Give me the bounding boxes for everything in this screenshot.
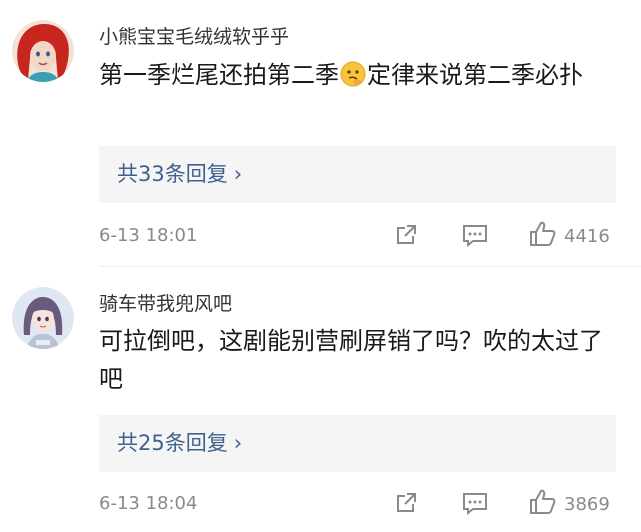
share-icon [393, 490, 419, 521]
thinking-face-emoji [340, 60, 366, 87]
view-replies-link[interactable]: 共25条回复 › [117, 415, 242, 472]
thumbs-up-icon [528, 488, 558, 521]
like-count: 3869 [564, 494, 610, 515]
comment-item: 骑车带我兜风吧 可拉倒吧，这剧能别营刷屏销了吗？吹的太过了吧 共25条回复 › 6… [0, 267, 641, 532]
username[interactable]: 骑车带我兜风吧 [99, 289, 232, 316]
timestamp: 6-13 18:01 [99, 225, 198, 246]
username[interactable]: 小熊宝宝毛绒绒软乎乎 [99, 22, 289, 49]
timestamp: 6-13 18:04 [99, 493, 198, 514]
comment-icon [461, 222, 489, 253]
like-button[interactable]: 3869 [528, 488, 610, 521]
share-button[interactable] [393, 222, 419, 253]
comment-text-part: 第一季烂尾还拍第二季 [99, 61, 339, 89]
thumbs-up-icon [528, 220, 558, 253]
share-button[interactable] [393, 490, 419, 521]
comment-icon [461, 490, 489, 521]
chevron-right-icon: › [233, 431, 243, 455]
view-replies-link[interactable]: 共33条回复 › [117, 146, 242, 203]
comment-button[interactable] [461, 222, 489, 253]
chevron-right-icon: › [233, 162, 243, 186]
replies-count-label: 共25条回复 [117, 431, 228, 455]
comment-text-part: 定律来说第二季必扑 [367, 61, 583, 89]
replies-count-label: 共33条回复 [117, 162, 228, 186]
comment-text: 第一季烂尾还拍第二季 定律来说第二季必扑 [99, 56, 624, 94]
comment-text: 可拉倒吧，这剧能别营刷屏销了吗？吹的太过了吧 [99, 327, 603, 393]
reply-box[interactable]: 共25条回复 › [99, 415, 616, 472]
avatar[interactable] [12, 20, 74, 82]
share-icon [393, 222, 419, 253]
like-button[interactable]: 4416 [528, 220, 610, 253]
like-count: 4416 [564, 226, 610, 247]
avatar[interactable] [12, 287, 74, 349]
reply-box[interactable]: 共33条回复 › [99, 146, 616, 203]
comment-item: 小熊宝宝毛绒绒软乎乎 第一季烂尾还拍第二季 定律来说第二季必扑 共33条回复 › 6… [0, 0, 641, 266]
comment-button[interactable] [461, 490, 489, 521]
